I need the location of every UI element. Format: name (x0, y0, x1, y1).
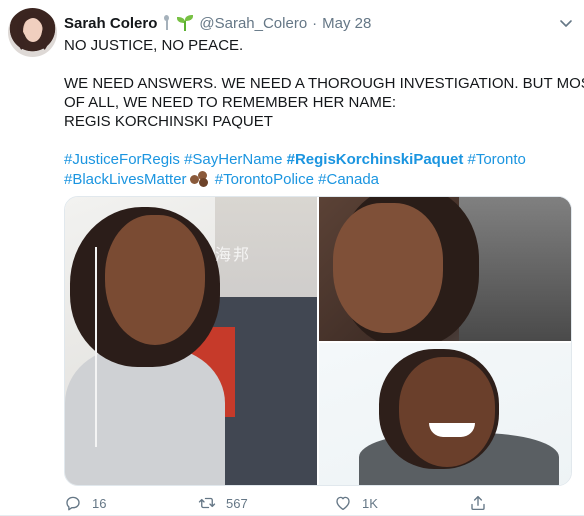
media-grid: 海邦 (64, 196, 572, 486)
like-button[interactable]: 1K (334, 492, 378, 514)
retweet-count: 567 (226, 495, 248, 511)
reply-icon (66, 496, 80, 511)
separator-dot: · (312, 14, 318, 32)
media-watermark: 海邦 (215, 247, 252, 264)
text-line: WE NEED ANSWERS. WE NEED A THOROUGH INVE… (64, 75, 584, 92)
pushpin-emoji-icon (161, 15, 171, 31)
text-line: NO JUSTICE, NO PEACE. (64, 37, 244, 54)
author-name[interactable]: Sarah Colero (64, 15, 157, 32)
reply-count: 16 (92, 495, 107, 511)
hashtag-link[interactable]: #SayHerName (184, 151, 282, 168)
share-button[interactable] (469, 492, 487, 514)
tweet-date[interactable]: May 28 (322, 15, 371, 32)
media-photo-2[interactable] (319, 197, 571, 341)
avatar[interactable] (8, 8, 57, 57)
media-photo-3[interactable] (319, 343, 571, 485)
author-handle[interactable]: @Sarah_Colero (199, 15, 307, 32)
tweet-header: Sarah Colero @Sarah_Colero · May 28 (64, 13, 371, 33)
tweet-actions: 16 567 1K (64, 492, 572, 514)
hashtag-line: #JusticeForRegis #SayHerName #RegisKorch… (64, 150, 564, 169)
reply-button[interactable]: 16 (64, 492, 106, 514)
hashtag-line: #BlackLivesMatter #TorontoPolice #Canada (64, 169, 564, 188)
retweet-button[interactable]: 567 (198, 492, 248, 514)
tweet-text: NO JUSTICE, NO PEACE. WE NEED ANSWERS. W… (64, 36, 584, 188)
text-line: OF ALL, WE NEED TO REMEMBER HER NAME: (64, 94, 397, 111)
seedling-emoji-icon (177, 15, 194, 31)
hashtag-link[interactable]: #Toronto (468, 151, 526, 168)
retweet-icon (198, 497, 216, 509)
chevron-down-icon[interactable] (558, 15, 574, 31)
hashtag-link[interactable]: #RegisKorchinskiPaquet (287, 151, 464, 168)
like-icon (336, 496, 350, 511)
avatar-face (24, 18, 42, 42)
hashtag-link[interactable]: #BlackLivesMatter (64, 171, 187, 188)
media-photo-1[interactable]: 海邦 (65, 197, 317, 485)
hashtag-link[interactable]: #TorontoPolice (215, 171, 314, 188)
like-count: 1K (362, 495, 378, 511)
folded-hands-emoji-icon (189, 169, 209, 187)
share-icon (471, 495, 485, 511)
tweet[interactable]: Sarah Colero @Sarah_Colero · May 28 NO J… (0, 0, 584, 516)
text-line: REGIS KORCHINSKI PAQUET (64, 113, 273, 130)
hashtag-link[interactable]: #Canada (318, 171, 379, 188)
hashtag-link[interactable]: #JusticeForRegis (64, 151, 180, 168)
